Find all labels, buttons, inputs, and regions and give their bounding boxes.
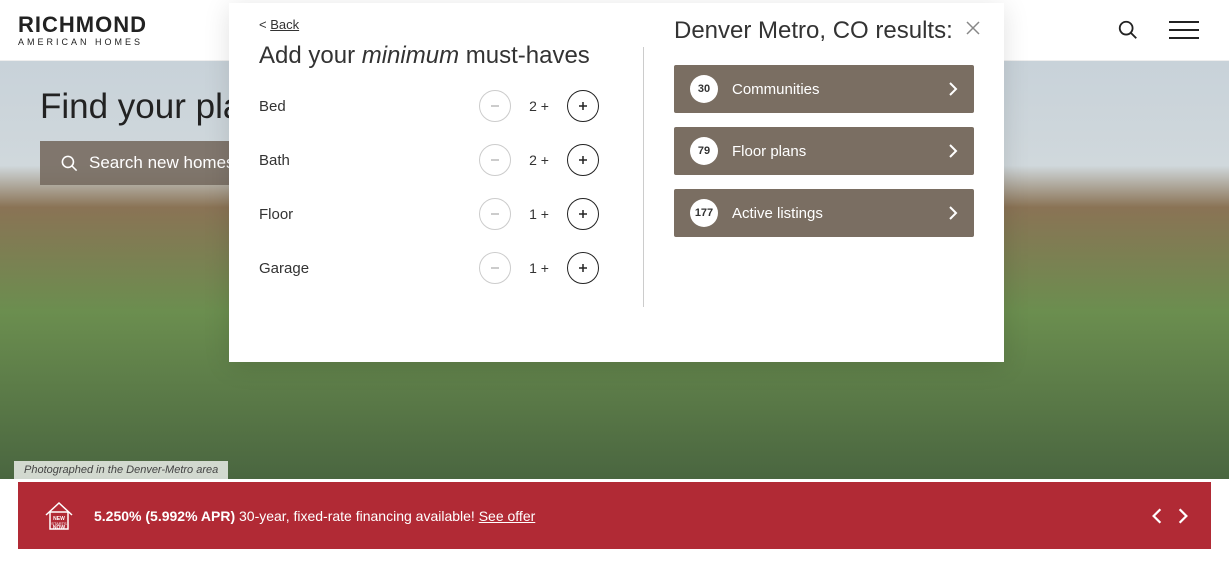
promo-nav [1151, 507, 1189, 525]
filter-label: Bath [259, 152, 290, 169]
decrease-button[interactable] [479, 198, 511, 230]
filter-modal: < Back Add your minimum must-haves Bed 2… [229, 3, 1004, 362]
promo-text: 5.250% (5.992% APR) 30-year, fixed-rate … [94, 508, 535, 524]
logo-brand: RICHMOND [18, 14, 147, 36]
search-icon[interactable] [1117, 19, 1139, 41]
svg-text:NOW: NOW [53, 525, 66, 531]
modal-results: Denver Metro, CO results: 30 Communities… [644, 17, 974, 332]
filter-bed: Bed 2 + [259, 90, 599, 122]
promo-badge-icon: NEW STARTS NOW [40, 497, 78, 535]
promo-rate: 5.250% (5.992% APR) [94, 508, 235, 524]
result-count: 30 [690, 75, 718, 103]
filter-label: Bed [259, 98, 286, 115]
filter-label: Garage [259, 260, 309, 277]
see-offer-link[interactable]: See offer [479, 508, 536, 524]
photo-caption: Photographed in the Denver-Metro area [14, 461, 228, 479]
filter-floor: Floor 1 + [259, 198, 599, 230]
result-label: Active listings [732, 205, 948, 222]
menu-button[interactable] [1169, 21, 1199, 39]
result-label: Communities [732, 81, 948, 98]
results-title: Denver Metro, CO results: [674, 17, 974, 45]
next-button[interactable] [1177, 507, 1189, 525]
increase-button[interactable] [567, 252, 599, 284]
promo-banner: NEW STARTS NOW 5.250% (5.992% APR) 30-ye… [18, 482, 1211, 549]
increase-button[interactable] [567, 90, 599, 122]
result-count: 177 [690, 199, 718, 227]
chevron-right-icon [948, 143, 958, 159]
modal-title: Add your minimum must-haves [259, 42, 613, 70]
header-right [1117, 19, 1199, 41]
back-button[interactable]: < Back [259, 17, 613, 32]
search-icon [60, 154, 79, 173]
close-icon[interactable] [964, 19, 982, 37]
filter-label: Floor [259, 206, 293, 223]
filter-value: 1 + [525, 206, 553, 222]
decrease-button[interactable] [479, 252, 511, 284]
logo-subbrand: AMERICAN HOMES [18, 38, 147, 47]
search-homes-button[interactable]: Search new homes [40, 141, 255, 185]
decrease-button[interactable] [479, 144, 511, 176]
chevron-right-icon [948, 81, 958, 97]
result-label: Floor plans [732, 143, 948, 160]
increase-button[interactable] [567, 144, 599, 176]
result-count: 79 [690, 137, 718, 165]
result-floorplans[interactable]: 79 Floor plans [674, 127, 974, 175]
increase-button[interactable] [567, 198, 599, 230]
decrease-button[interactable] [479, 90, 511, 122]
search-button-label: Search new homes [89, 153, 235, 173]
chevron-right-icon [948, 205, 958, 221]
filter-garage: Garage 1 + [259, 252, 599, 284]
result-listings[interactable]: 177 Active listings [674, 189, 974, 237]
filter-list: Bed 2 + Bath 2 + Floor 1 + [259, 90, 613, 284]
modal-filters: < Back Add your minimum must-haves Bed 2… [259, 17, 643, 332]
filter-bath: Bath 2 + [259, 144, 599, 176]
logo[interactable]: RICHMOND AMERICAN HOMES [18, 14, 147, 47]
prev-button[interactable] [1151, 507, 1163, 525]
result-communities[interactable]: 30 Communities [674, 65, 974, 113]
filter-value: 2 + [525, 98, 553, 114]
filter-value: 2 + [525, 152, 553, 168]
filter-value: 1 + [525, 260, 553, 276]
